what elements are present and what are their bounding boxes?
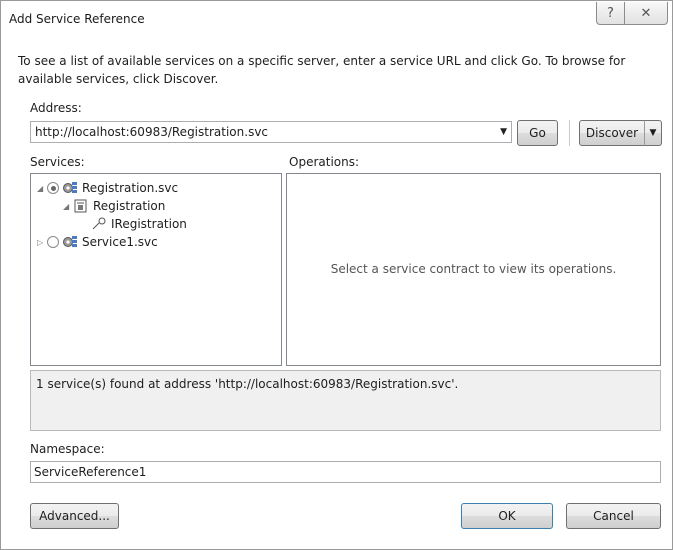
close-icon: ✕: [640, 5, 652, 21]
services-label: Services:: [30, 155, 85, 169]
chevron-down-icon[interactable]: ▼: [500, 127, 507, 137]
cancel-button-label: Cancel: [593, 509, 634, 523]
tree-node-registration[interactable]: ◢ Registration: [63, 197, 165, 215]
expanded-arrow-icon[interactable]: ◢: [63, 202, 73, 211]
instructions-text: To see a list of available services on a…: [18, 54, 626, 86]
help-button[interactable]: ?: [596, 2, 624, 25]
address-combobox[interactable]: http://localhost:60983/Registration.svc …: [30, 121, 512, 143]
operations-list[interactable]: Select a service contract to view its op…: [286, 173, 661, 366]
toolbar-separator: [569, 120, 570, 146]
tree-node-registration-svc[interactable]: ◢ Registration.svc: [37, 179, 178, 197]
tree-node-label: Service1.svc: [82, 235, 158, 249]
go-button-label: Go: [529, 126, 546, 140]
go-button[interactable]: Go: [517, 120, 558, 146]
status-text: 1 service(s) found at address 'http://lo…: [36, 377, 459, 391]
advanced-button-label: Advanced...: [39, 509, 110, 523]
status-box: 1 service(s) found at address 'http://lo…: [30, 370, 661, 431]
help-icon: ?: [607, 5, 614, 21]
address-label: Address:: [30, 101, 82, 115]
advanced-button[interactable]: Advanced...: [30, 503, 119, 529]
class-icon: [74, 199, 87, 213]
radio-icon: [47, 236, 59, 248]
tree-node-iregistration[interactable]: IRegistration: [91, 215, 187, 233]
discover-button-label: Discover: [585, 126, 639, 140]
chevron-down-icon: ▼: [649, 128, 657, 138]
tree-node-label: Registration.svc: [82, 181, 179, 195]
service-gear-icon: [63, 236, 77, 247]
ok-button[interactable]: OK: [461, 503, 553, 529]
discover-button[interactable]: Discover: [579, 120, 645, 146]
expanded-arrow-icon[interactable]: ◢: [37, 184, 47, 193]
tree-node-service1-svc[interactable]: ▷ Service1.svc: [37, 233, 158, 251]
collapsed-arrow-icon[interactable]: ▷: [37, 238, 47, 247]
namespace-value: ServiceReference1: [34, 465, 147, 479]
interface-icon: [92, 217, 106, 230]
radio-icon: [47, 182, 59, 194]
title-bar: Add Service Reference ? ✕: [1, 1, 672, 35]
namespace-label: Namespace:: [30, 442, 105, 456]
operations-placeholder: Select a service contract to view its op…: [330, 262, 617, 276]
tree-node-label: Registration: [93, 199, 166, 213]
ok-button-label: OK: [498, 509, 516, 523]
discover-dropdown-button[interactable]: ▼: [644, 120, 662, 146]
operations-label: Operations:: [289, 155, 360, 169]
namespace-input[interactable]: ServiceReference1: [30, 461, 661, 483]
tree-node-label: IRegistration: [111, 217, 187, 231]
window-title: Add Service Reference: [9, 12, 145, 26]
add-service-reference-dialog: Add Service Reference ? ✕ To see a list …: [0, 0, 673, 550]
service-gear-icon: [63, 182, 77, 193]
address-value: http://localhost:60983/Registration.svc: [35, 125, 269, 139]
close-button[interactable]: ✕: [624, 2, 668, 25]
cancel-button[interactable]: Cancel: [566, 503, 661, 529]
services-tree[interactable]: ◢ Registration.svc ◢ Registration IRegis…: [30, 173, 282, 366]
